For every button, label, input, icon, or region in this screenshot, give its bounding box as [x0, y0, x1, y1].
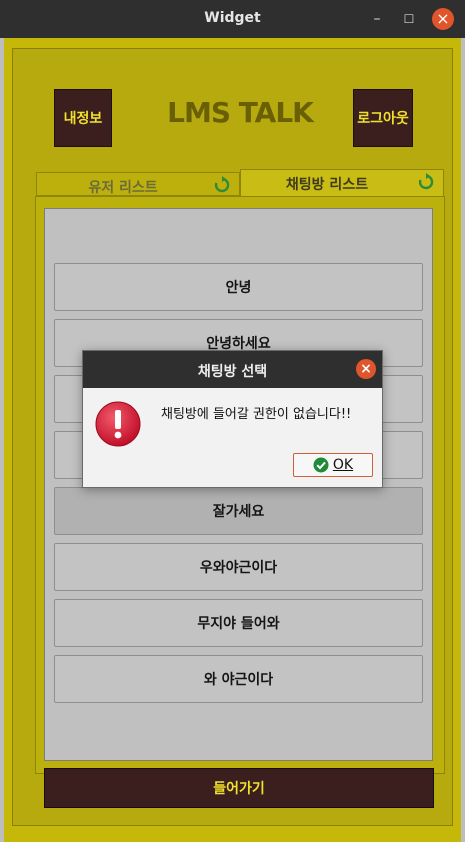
list-item-label: 우와야근이다 — [199, 560, 278, 576]
error-dialog: 채팅방 선택 × 채팅방에 들어갈 권한이 없습니다!! OK — [82, 350, 383, 488]
app-title: LMS TALK — [167, 96, 314, 129]
close-icon[interactable]: × — [356, 359, 376, 379]
refresh-icon[interactable] — [417, 173, 435, 191]
list-item-label: 잘가세요 — [212, 504, 265, 520]
list-item[interactable]: 무지야 들어와 — [54, 599, 423, 647]
tab-chatroom-list[interactable]: 채팅방 리스트 — [240, 169, 444, 197]
window-title: Widget — [204, 10, 261, 26]
dialog-title: 채팅방 선택 — [197, 364, 268, 380]
ok-button-label: OK — [332, 457, 354, 473]
ok-button[interactable]: OK — [293, 453, 373, 477]
window-titlebar[interactable]: Widget – ☐ × — [0, 0, 465, 38]
maximize-icon[interactable]: ☐ — [398, 8, 420, 30]
list-item-label: 무지야 들어와 — [197, 616, 280, 632]
app-window: Widget – ☐ × 내정보 LMS TALK 로그아웃 유저 리스트 채팅… — [0, 0, 465, 842]
error-icon — [95, 401, 141, 447]
list-item-label: 안녕 — [225, 280, 252, 296]
minimize-icon[interactable]: – — [366, 8, 388, 30]
tab-user-list[interactable]: 유저 리스트 — [36, 172, 240, 196]
my-info-button[interactable]: 내정보 — [54, 89, 112, 147]
tab-chatroom-list-label: 채팅방 리스트 — [285, 177, 369, 193]
logout-button[interactable]: 로그아웃 — [353, 89, 413, 147]
checkmark-icon — [313, 457, 329, 473]
list-item-label: 와 야근이다 — [203, 672, 274, 688]
close-icon[interactable]: × — [432, 8, 454, 30]
list-item[interactable]: 안녕 — [54, 263, 423, 311]
list-item[interactable]: 와 야근이다 — [54, 655, 423, 703]
list-item[interactable]: 우와야근이다 — [54, 543, 423, 591]
dialog-message: 채팅방에 들어갈 권한이 없습니다!! — [161, 407, 352, 422]
list-item[interactable]: 잘가세요 — [54, 487, 423, 535]
refresh-icon[interactable] — [213, 176, 231, 194]
dialog-titlebar[interactable]: 채팅방 선택 × — [83, 351, 382, 388]
tab-user-list-label: 유저 리스트 — [88, 180, 158, 196]
enter-button[interactable]: 들어가기 — [44, 768, 434, 808]
